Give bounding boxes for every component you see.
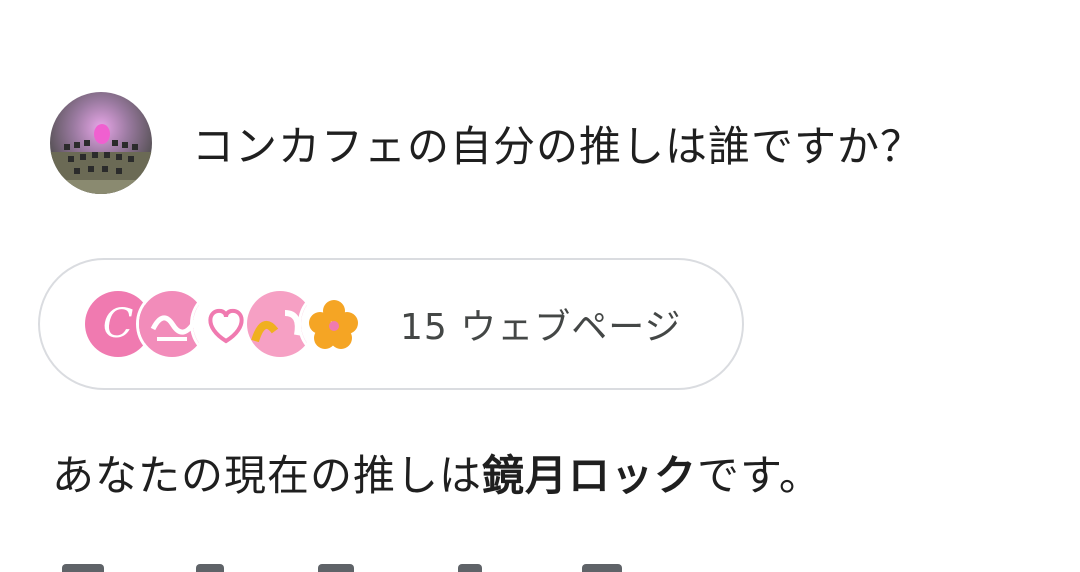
action-icon-3[interactable] [318, 564, 354, 572]
user-avatar[interactable] [50, 92, 152, 194]
action-icon-5[interactable] [582, 564, 622, 572]
sources-chip[interactable]: C 15 ウェブページ [38, 258, 744, 390]
answer-suffix: です。 [697, 451, 822, 500]
answer-highlight: 鏡月ロック [482, 451, 698, 500]
avatar-photo-icon [50, 92, 152, 194]
action-icon-2[interactable] [196, 564, 224, 572]
answer-text: あなたの現在の推しは鏡月ロックです。 [52, 442, 822, 503]
svg-text:C: C [103, 301, 134, 347]
source-count-label: 15 ウェブページ [400, 307, 682, 348]
action-icon-1[interactable] [62, 564, 104, 572]
query-row: コンカフェの自分の推しは誰ですか？ [50, 92, 923, 194]
answer-prefix: あなたの現在の推しは [52, 451, 483, 500]
query-text: コンカフェの自分の推しは誰ですか？ [192, 121, 924, 171]
favicon-5-icon [298, 288, 370, 360]
source-favicons: C [82, 288, 370, 360]
action-icon-4[interactable] [458, 564, 482, 572]
action-bar-partial [0, 560, 1080, 572]
